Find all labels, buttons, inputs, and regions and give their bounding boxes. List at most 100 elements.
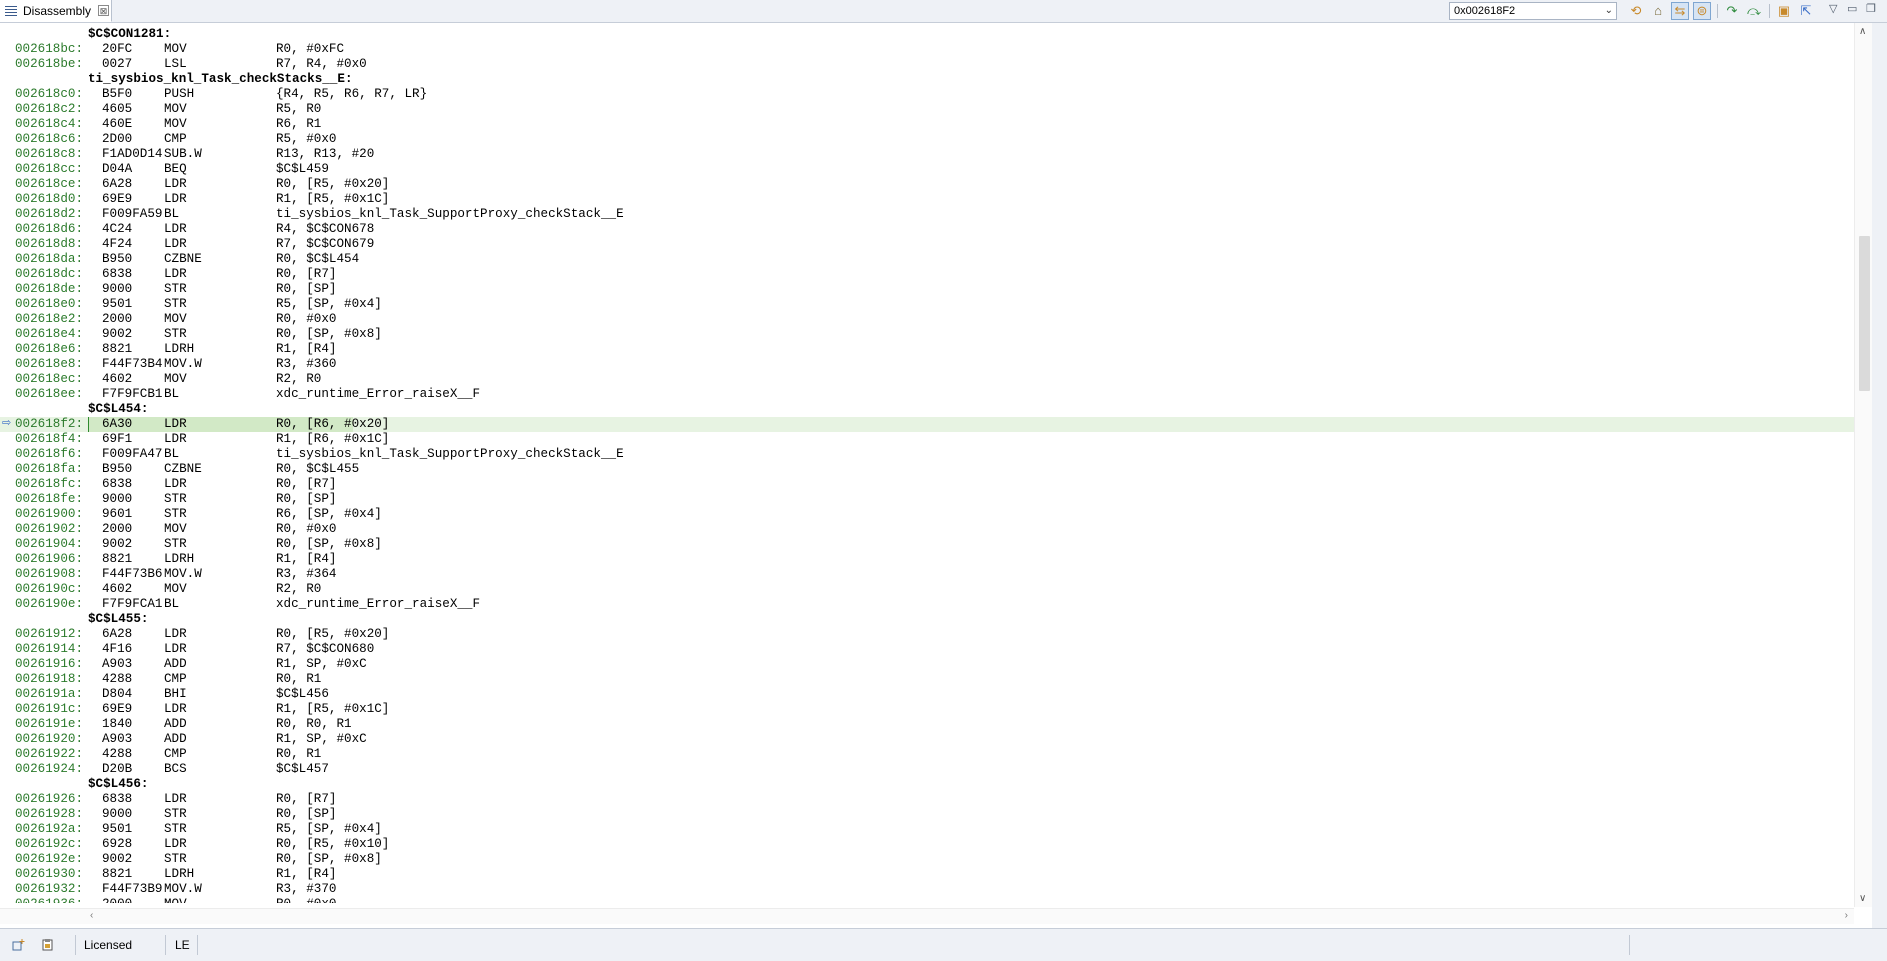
instruction-line[interactable]: 002618c2: 4605 MOV R5, R0 [0,102,1854,117]
current-instruction-line[interactable]: ⇨ 002618f2: 6A30 LDR R0, [R6, #0x20] [0,417,1854,432]
instruction-line[interactable]: 002618c8: F1AD0D14 SUB.W R13, R13, #20 [0,147,1854,162]
instruction-line[interactable]: 002618d6: 4C24 LDR R4, $C$CON678 [0,222,1854,237]
operands: R5, #0x0 [276,132,337,146]
instruction-line[interactable]: 0026192c: 6928 LDR R0, [R5, #0x10] [0,837,1854,852]
instruction-line[interactable]: 002618c0: B5F0 PUSH {R4, R5, R6, R7, LR} [0,87,1854,102]
instruction-line[interactable]: 002618d8: 4F24 LDR R7, $C$CON679 [0,237,1854,252]
instruction-line[interactable]: 0026191e: 1840 ADD R0, R0, R1 [0,717,1854,732]
scroll-thumb[interactable] [1859,236,1870,391]
instruction-line[interactable]: 002618ec: 4602 MOV R2, R0 [0,372,1854,387]
opcode: D804 [102,687,133,701]
horizontal-scrollbar[interactable]: ‹ › [0,908,1854,924]
scroll-right-icon[interactable]: › [1845,910,1848,921]
instruction-line[interactable]: 00261922: 4288 CMP R0, R1 [0,747,1854,762]
instruction-line[interactable]: 002618f6: F009FA47 BL ti_sysbios_knl_Task_S… [0,447,1854,462]
link-with-pc-icon[interactable]: ⇆ [1671,2,1689,20]
instruction-line[interactable]: 0026190c: 4602 MOV R2, R0 [0,582,1854,597]
instruction-address: 002618bc: [15,42,84,56]
instruction-line[interactable]: 002618be: 0027 LSL R7, R4, #0x0 [0,57,1854,72]
scroll-left-icon[interactable]: ‹ [90,910,93,921]
instruction-line[interactable]: 00261928: 9000 STR R0, [SP] [0,807,1854,822]
instruction-line[interactable]: 002618d0: 69E9 LDR R1, [R5, #0x1C] [0,192,1854,207]
address-combo[interactable]: 0x002618F2 ⌄ [1449,2,1617,20]
instruction-line[interactable]: 00261900: 9601 STR R6, [SP, #0x4] [0,507,1854,522]
instruction-line[interactable]: 00261920: A903 ADD R1, SP, #0xC [0,732,1854,747]
instruction-address: 002618c2: [15,102,84,116]
instruction-line[interactable]: 002618d2: F009FA59 BL ti_sysbios_knl_Task_S… [0,207,1854,222]
instruction-line[interactable]: 00261936: 2000 MOV R0, #0x0 [0,897,1854,903]
instruction-line[interactable]: 00261912: 6A28 LDR R0, [R5, #0x20] [0,627,1854,642]
instruction-line[interactable]: 002618fc: 6838 LDR R0, [R7] [0,477,1854,492]
instruction-line[interactable]: 00261918: 4288 CMP R0, R1 [0,672,1854,687]
instruction-line[interactable]: 00261932: F44F73B9 MOV.W R3, #370 [0,882,1854,897]
new-window-icon[interactable] [12,938,26,951]
code-label-line[interactable]: $C$L456: [0,777,1854,792]
instruction-line[interactable]: 002618bc: 20FC MOV R0, #0xFC [0,42,1854,57]
instruction-line[interactable]: 002618e4: 9002 STR R0, [SP, #0x8] [0,327,1854,342]
instruction-line[interactable]: 002618de: 9000 STR R0, [SP] [0,282,1854,297]
instruction-line[interactable]: 00261902: 2000 MOV R0, #0x0 [0,522,1854,537]
instruction-line[interactable]: 00261924: D20B BCS $C$L457 [0,762,1854,777]
instruction-line[interactable]: 002618e8: F44F73B4 MOV.W R3, #360 [0,357,1854,372]
instruction-line[interactable]: 002618e6: 8821 LDRH R1, [R4] [0,342,1854,357]
scroll-up-icon[interactable]: ∧ [1859,26,1866,37]
home-icon[interactable]: ⌂ [1649,2,1667,20]
operands: R13, R13, #20 [276,147,375,161]
mnemonic: ADD [164,732,187,746]
instruction-line[interactable]: 002618dc: 6838 LDR R0, [R7] [0,267,1854,282]
instruction-line[interactable]: 00261914: 4F16 LDR R7, $C$CON680 [0,642,1854,657]
instruction-line[interactable]: 0026192a: 9501 STR R5, [SP, #0x4] [0,822,1854,837]
instruction-address: 002618d6: [15,222,84,236]
instruction-line[interactable]: 002618cc: D04A BEQ $C$L459 [0,162,1854,177]
clipboard-icon[interactable] [41,938,55,951]
code-label-line[interactable]: $C$CON1281: [0,27,1854,42]
instruction-address: 002618c0: [15,87,84,101]
instruction-line[interactable]: 002618c6: 2D00 CMP R5, #0x0 [0,132,1854,147]
instruction-line[interactable]: 002618e2: 2000 MOV R0, #0x0 [0,312,1854,327]
chevron-down-icon[interactable]: ⌄ [1605,3,1613,19]
code-label-line[interactable]: $C$L454: [0,402,1854,417]
instruction-address: 002618dc: [15,267,84,281]
opcode: B5F0 [102,87,133,101]
tab-disassembly[interactable]: Disassembly ⊠ [0,0,112,22]
scroll-down-icon[interactable]: ∨ [1859,893,1866,904]
sync-icon[interactable]: ⟲ [1627,2,1645,20]
maximize-icon[interactable]: ❐ [1866,2,1876,15]
operands: R0, [R5, #0x10] [276,837,390,851]
minimize-icon[interactable]: ▭ [1847,2,1857,15]
disassembly-view[interactable]: $C$CON1281: 002618bc: 20FC MOV R0, #0xFC 0026… [0,23,1854,903]
mnemonic: STR [164,852,187,866]
instruction-line[interactable]: 0026191c: 69E9 LDR R1, [R5, #0x1C] [0,702,1854,717]
view-menu-icon[interactable]: ▽ [1829,2,1837,15]
instruction-line[interactable]: 0026191a: D804 BHI $C$L456 [0,687,1854,702]
code-label-line[interactable]: $C$L455: [0,612,1854,627]
instruction-line[interactable]: 00261916: A903 ADD R1, SP, #0xC [0,657,1854,672]
instruction-line[interactable]: 00261904: 9002 STR R0, [SP, #0x8] [0,537,1854,552]
mnemonic: MOV.W [164,882,202,896]
operands: R0, [SP] [276,282,337,296]
instruction-line[interactable]: 002618f4: 69F1 LDR R1, [R6, #0x1C] [0,432,1854,447]
instruction-line[interactable]: 0026192e: 9002 STR R0, [SP, #0x8] [0,852,1854,867]
instruction-line[interactable]: 002618fa: B950 CZBNE R0, $C$L455 [0,462,1854,477]
instruction-line[interactable]: 00261908: F44F73B6 MOV.W R3, #364 [0,567,1854,582]
instruction-line[interactable]: 00261926: 6838 LDR R0, [R7] [0,792,1854,807]
new-view-icon[interactable]: ▣ [1775,2,1793,20]
close-icon[interactable]: ⊠ [98,5,110,16]
vertical-scrollbar[interactable]: ∧ ∨ [1854,23,1873,907]
instruction-line[interactable]: 00261930: 8821 LDRH R1, [R4] [0,867,1854,882]
instruction-line[interactable]: 002618fe: 9000 STR R0, [SP] [0,492,1854,507]
code-label-line[interactable]: ti_sysbios_knl_Task_checkStacks__E: [0,72,1854,87]
step-over-icon[interactable]: ↷ [1723,2,1741,20]
instruction-line[interactable]: 002618c4: 460E MOV R6, R1 [0,117,1854,132]
pin-icon[interactable]: ⇱ [1797,2,1815,20]
instruction-line[interactable]: 002618e0: 9501 STR R5, [SP, #0x4] [0,297,1854,312]
instruction-line[interactable]: 0026190e: F7F9FCA1 BL xdc_runtime_Error_rai… [0,597,1854,612]
opcode: A903 [102,657,133,671]
instruction-line[interactable]: 002618ee: F7F9FCB1 BL xdc_runtime_Error_rai… [0,387,1854,402]
mnemonic: SUB.W [164,147,202,161]
instruction-line[interactable]: 002618da: B950 CZBNE R0, $C$L454 [0,252,1854,267]
instruction-line[interactable]: 00261906: 8821 LDRH R1, [R4] [0,552,1854,567]
instruction-line[interactable]: 002618ce: 6A28 LDR R0, [R5, #0x20] [0,177,1854,192]
step-into-icon[interactable]: ⤼ [1745,2,1763,20]
show-source-icon[interactable]: ⊜ [1693,2,1711,20]
